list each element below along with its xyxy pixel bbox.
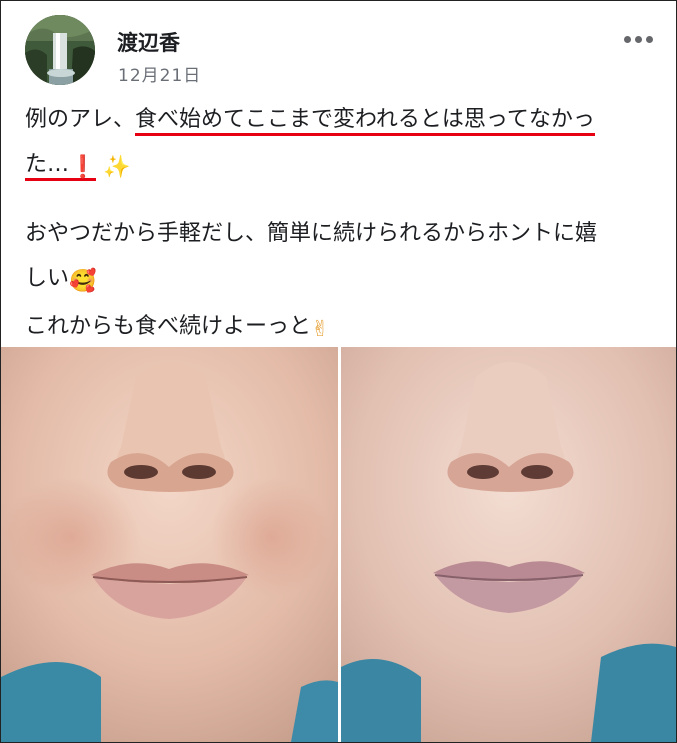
- more-horizontal-icon: [623, 35, 631, 43]
- before-panel: [1, 347, 338, 742]
- post-line-5-text: これからも食べ続けよーっと: [25, 314, 312, 339]
- post-line-4-text: しい: [25, 266, 70, 291]
- post-line-1-start: 例のアレ、: [25, 107, 136, 132]
- post-line-1: 例のアレ、食べ始めてここまで変われるとは思ってなかっ: [25, 97, 655, 142]
- post-line-3: おやつだから手軽だし、簡単に続けられるからホントに嬉: [25, 221, 598, 246]
- post-header: 渡辺香 12月21日: [25, 15, 656, 86]
- victory-hand-emoji-icon: ✌: [311, 317, 330, 342]
- exclamation-emoji-icon: ❗: [69, 155, 97, 180]
- post-line-4: しい🥰: [25, 256, 655, 304]
- post-line-2-text: た…: [25, 152, 70, 177]
- author-name[interactable]: 渡辺香: [117, 27, 180, 57]
- post-body: 例のアレ、食べ始めてここまで変われるとは思ってなかっ た…❗ ✨ おやつだから手…: [25, 97, 655, 352]
- sparkles-emoji-icon: ✨: [103, 155, 131, 180]
- post-card: 渡辺香 12月21日 例のアレ、食べ始めてここまで変われるとは思ってなかっ た……: [0, 0, 677, 743]
- smiling-face-with-hearts-emoji-icon: 🥰: [69, 269, 97, 294]
- avatar[interactable]: [25, 15, 95, 85]
- underlined-text-1: 食べ始めてここまで変われるとは思ってなかっ: [135, 107, 595, 136]
- post-line-2: た…❗ ✨: [25, 142, 655, 190]
- photo-divider: [338, 347, 341, 742]
- post-timestamp[interactable]: 12月21日: [118, 61, 201, 86]
- after-panel: [341, 347, 676, 742]
- waterfall-avatar-image: [25, 15, 95, 85]
- post-line-5: これからも食べ続けよーっと✌: [25, 304, 655, 352]
- underlined-text-2: た…❗: [25, 152, 97, 181]
- more-options-button[interactable]: [620, 25, 656, 53]
